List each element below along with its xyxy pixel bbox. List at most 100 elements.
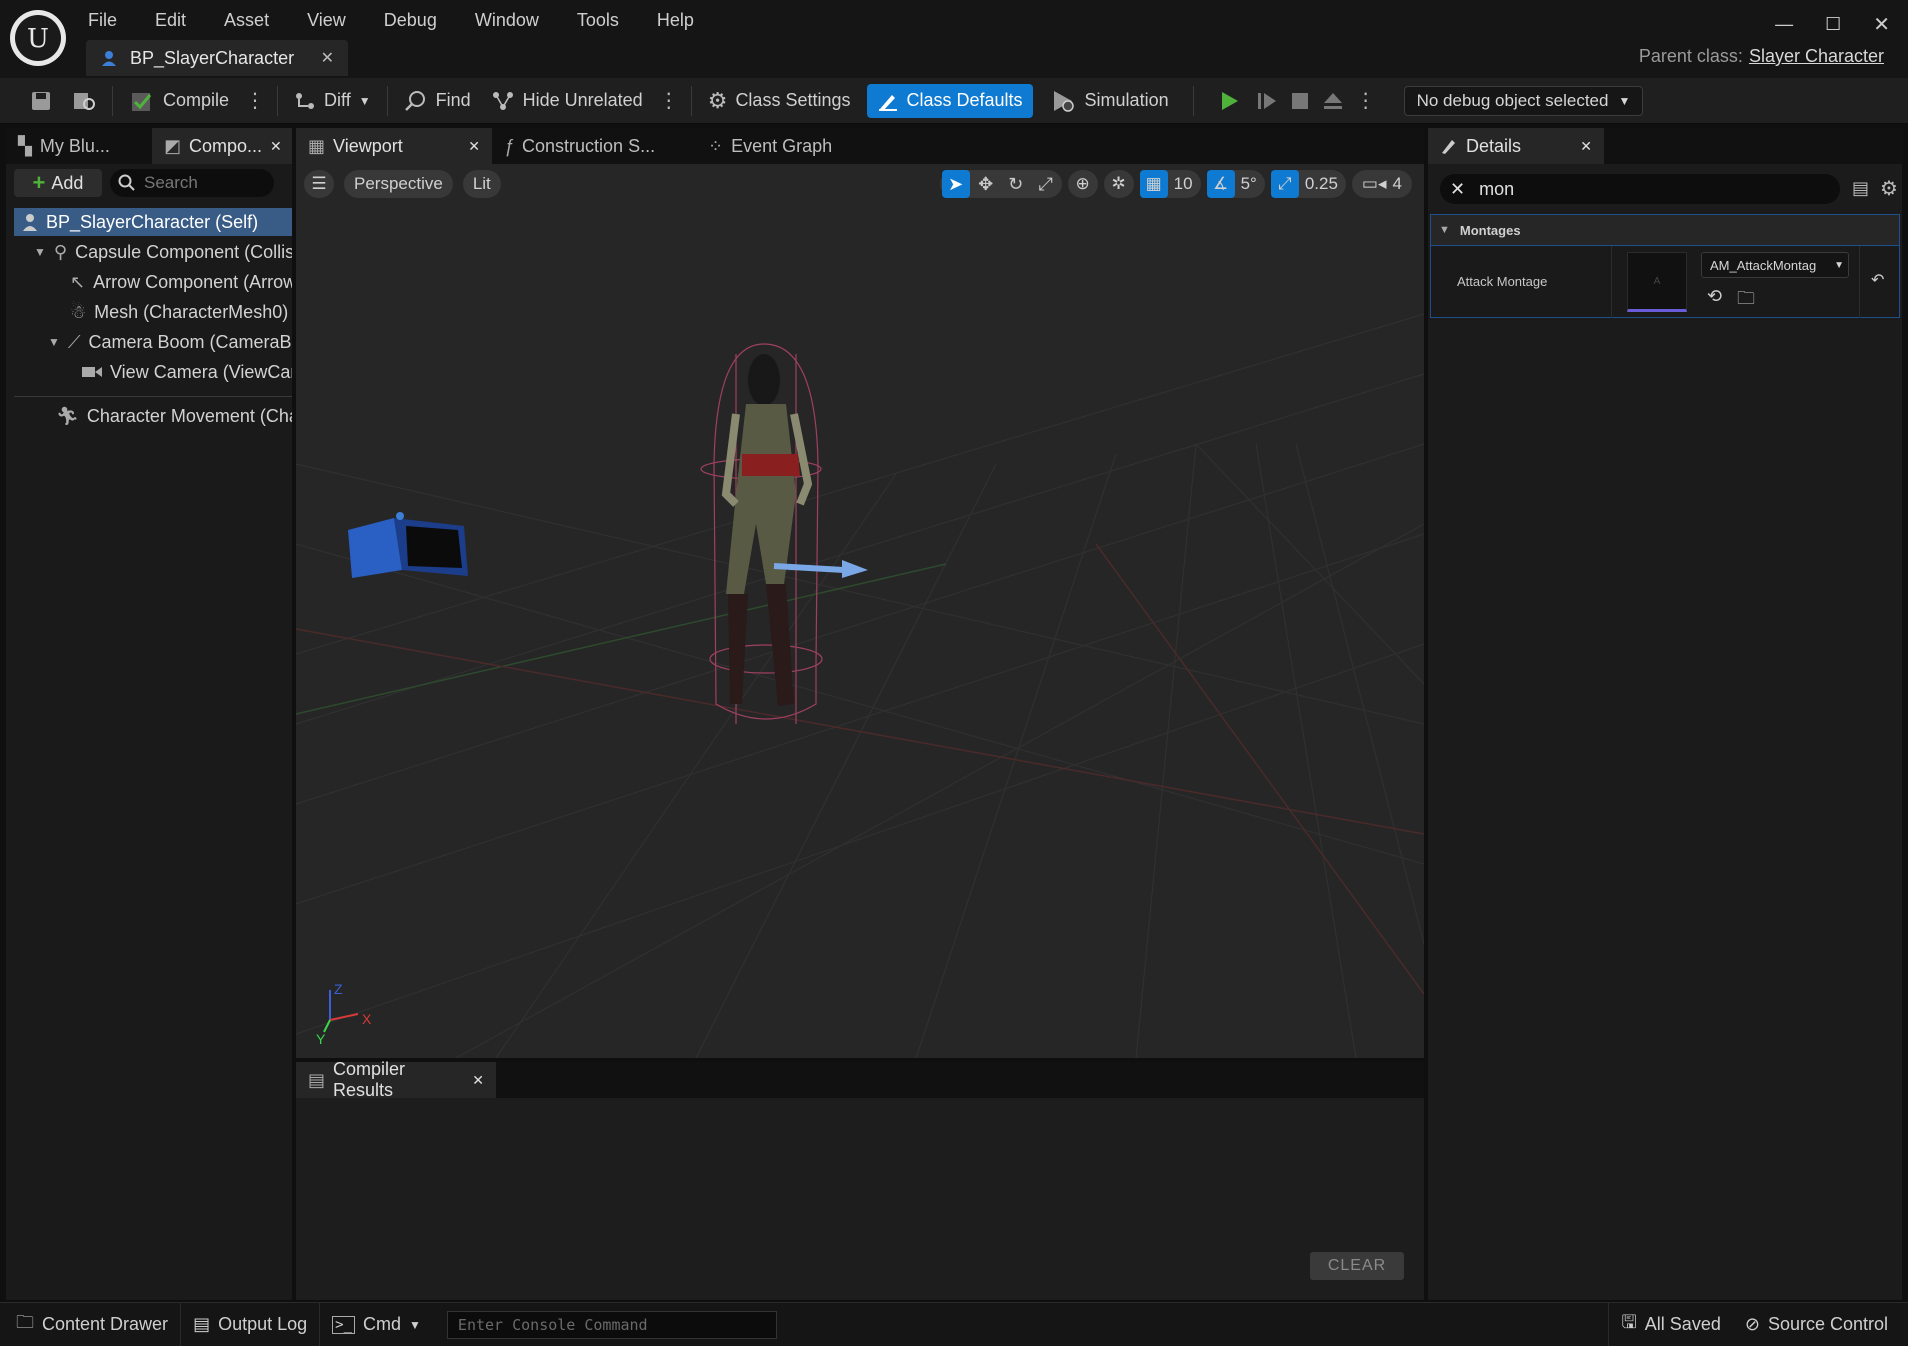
components-search-input[interactable]: Search [110, 169, 274, 197]
console-command-input[interactable]: Enter Console Command [446, 1310, 777, 1339]
component-row-arrow[interactable]: ↖ Arrow Component (Arrow [14, 268, 292, 296]
component-row-camera-boom[interactable]: ▼ ⟋ Camera Boom (CameraBo [14, 328, 292, 356]
camera-speed-button[interactable]: ▭◂ 4 [1351, 170, 1412, 198]
skeletal-mesh-icon: ☃ [70, 301, 87, 322]
document-tab[interactable]: BP_SlayerCharacter ✕ [86, 40, 348, 76]
source-control-button[interactable]: ⊘ Source Control [1733, 1303, 1908, 1346]
stop-button[interactable] [1284, 84, 1316, 118]
translate-tool[interactable]: ✥ [972, 170, 1000, 198]
unreal-logo-icon[interactable]: U [10, 10, 66, 66]
menu-help[interactable]: Help [657, 10, 694, 31]
select-tool[interactable]: ➤ [941, 170, 970, 198]
toolbar-divider [277, 85, 279, 116]
menu-view[interactable]: View [307, 10, 346, 31]
play-options-icon[interactable]: ⋮ [1350, 88, 1382, 113]
menu-debug[interactable]: Debug [384, 10, 437, 31]
view-mode-button[interactable]: Lit [462, 170, 501, 198]
use-selected-icon[interactable]: ⟲ [1707, 286, 1722, 307]
perspective-button[interactable]: Perspective [344, 170, 453, 198]
menu-file[interactable]: File [88, 10, 117, 31]
advance-frame-button[interactable] [1250, 84, 1284, 118]
find-options-icon[interactable]: ⋮ [653, 88, 685, 113]
close-tab-icon[interactable]: ✕ [270, 138, 282, 155]
camera-gizmo[interactable] [348, 512, 468, 578]
tab-my-blueprint[interactable]: ▚ My Blu... [6, 128, 148, 164]
browse-asset-icon[interactable]: 🗀︎ [1737, 286, 1755, 316]
axis-y-label: Y [316, 1031, 326, 1047]
collapse-arrow-icon[interactable]: ▼ [34, 245, 46, 259]
tab-details[interactable]: Details ✕ [1428, 128, 1604, 164]
asset-picker-combo[interactable]: AM_AttackMontag ▼ [1701, 252, 1849, 278]
component-row-self[interactable]: BP_SlayerCharacter (Self) [14, 208, 292, 236]
clear-button[interactable]: CLEAR [1310, 1252, 1404, 1280]
output-log-button[interactable]: ▤ Output Log [181, 1302, 321, 1346]
clear-search-icon[interactable]: ✕ [1450, 179, 1465, 200]
menu-window[interactable]: Window [475, 10, 539, 31]
move-icon: ✥ [978, 173, 994, 194]
character-icon [22, 213, 38, 231]
component-row-mesh[interactable]: ☃ Mesh (CharacterMesh0) [14, 298, 292, 326]
close-tab-icon[interactable]: ✕ [321, 48, 334, 68]
tab-event-graph[interactable]: ⁘ Event Graph [696, 128, 876, 164]
chevron-down-icon: ▼ [1618, 93, 1631, 108]
compile-button[interactable]: Compile [119, 84, 239, 118]
details-search-input[interactable]: ✕ mon [1440, 174, 1840, 204]
angle-icon: ∡ [1206, 170, 1235, 198]
rotate-tool[interactable]: ↻ [1002, 170, 1030, 198]
hide-unrelated-icon [491, 90, 515, 112]
class-defaults-button[interactable]: Class Defaults [866, 83, 1033, 118]
browse-button[interactable] [62, 84, 106, 118]
menu-asset[interactable]: Asset [224, 10, 269, 31]
collapse-arrow-icon[interactable]: ▼ [48, 335, 60, 349]
component-row-movement[interactable]: 🏃︎ Character Movement (Char [14, 402, 292, 430]
camera-icon [82, 365, 102, 379]
property-matrix-icon[interactable]: ▤ [1852, 178, 1869, 199]
simulation-button[interactable]: Simulation [1041, 84, 1179, 118]
category-montages[interactable]: ▼ Montages [1430, 214, 1900, 246]
menu-edit[interactable]: Edit [155, 10, 186, 31]
minimize-icon[interactable]: — [1775, 14, 1793, 35]
eject-button[interactable] [1316, 84, 1350, 118]
spring-arm-icon: ⟋ [67, 331, 81, 352]
coordinate-space-button[interactable]: ⊕ [1067, 170, 1098, 198]
all-saved-button[interactable]: 🖫︎ All Saved [1608, 1302, 1732, 1346]
play-button[interactable] [1208, 84, 1250, 118]
component-row-camera[interactable]: View Camera (ViewCam [14, 358, 292, 386]
close-tab-icon[interactable]: ✕ [472, 1072, 484, 1089]
gear-icon[interactable]: ⚙ [1880, 176, 1898, 201]
asset-thumbnail[interactable]: A [1627, 252, 1687, 312]
cmd-select[interactable]: >_ Cmd ▼ [320, 1303, 433, 1346]
maximize-icon[interactable]: ☐ [1825, 14, 1841, 35]
arrow-gizmo[interactable] [773, 560, 868, 578]
menu-tools[interactable]: Tools [577, 10, 619, 31]
reset-to-default-icon[interactable]: ↶ [1871, 270, 1884, 290]
tab-construction-script[interactable]: ƒ Construction S... [492, 128, 692, 164]
tab-components[interactable]: ◩ Compo... ✕ [152, 128, 292, 164]
toolbar: Compile ⋮ Diff ▼ Find Hide Unrelated ⋮ ⚙ C… [0, 78, 1908, 124]
debug-object-select[interactable]: No debug object selected ▼ [1403, 85, 1644, 116]
close-tab-icon[interactable]: ✕ [468, 138, 480, 155]
component-row-capsule[interactable]: ▼ ⚲ Capsule Component (Collis [14, 238, 292, 266]
close-window-icon[interactable]: ✕ [1873, 12, 1890, 37]
add-component-button[interactable]: + Add [14, 169, 102, 197]
hide-unrelated-button[interactable]: Hide Unrelated [481, 84, 653, 118]
parent-class-link[interactable]: Slayer Character [1749, 46, 1884, 66]
surface-snap-button[interactable]: ✲ [1103, 170, 1134, 198]
find-button[interactable]: Find [394, 84, 481, 118]
class-settings-button[interactable]: ⚙ Class Settings [698, 84, 861, 118]
tab-viewport[interactable]: ▦ Viewport ✕ [296, 128, 492, 164]
compile-options-icon[interactable]: ⋮ [239, 88, 271, 113]
content-drawer-button[interactable]: 🗀︎ Content Drawer [0, 1302, 182, 1346]
viewport[interactable]: X Y Z ☰ Perspective Lit ➤ ✥ ↻ ⤢ ⊕ ✲ ▦ 10 … [296, 164, 1424, 1058]
scale-tool[interactable]: ⤢ [1032, 170, 1060, 198]
diff-button[interactable]: Diff ▼ [284, 84, 381, 118]
rotation-snap-button[interactable]: ∡ 5° [1206, 170, 1265, 198]
details-icon [1440, 137, 1458, 155]
tab-compiler-results[interactable]: ▤ Compiler Results ✕ [296, 1059, 496, 1100]
save-button[interactable] [20, 84, 62, 118]
scale-snap-button[interactable]: ⤢ 0.25 [1270, 170, 1346, 198]
close-tab-icon[interactable]: ✕ [1580, 138, 1592, 155]
grid-snap-button[interactable]: ▦ 10 [1139, 170, 1201, 198]
viewport-options-button[interactable]: ☰ [304, 170, 334, 198]
class-defaults-label: Class Defaults [906, 90, 1023, 110]
